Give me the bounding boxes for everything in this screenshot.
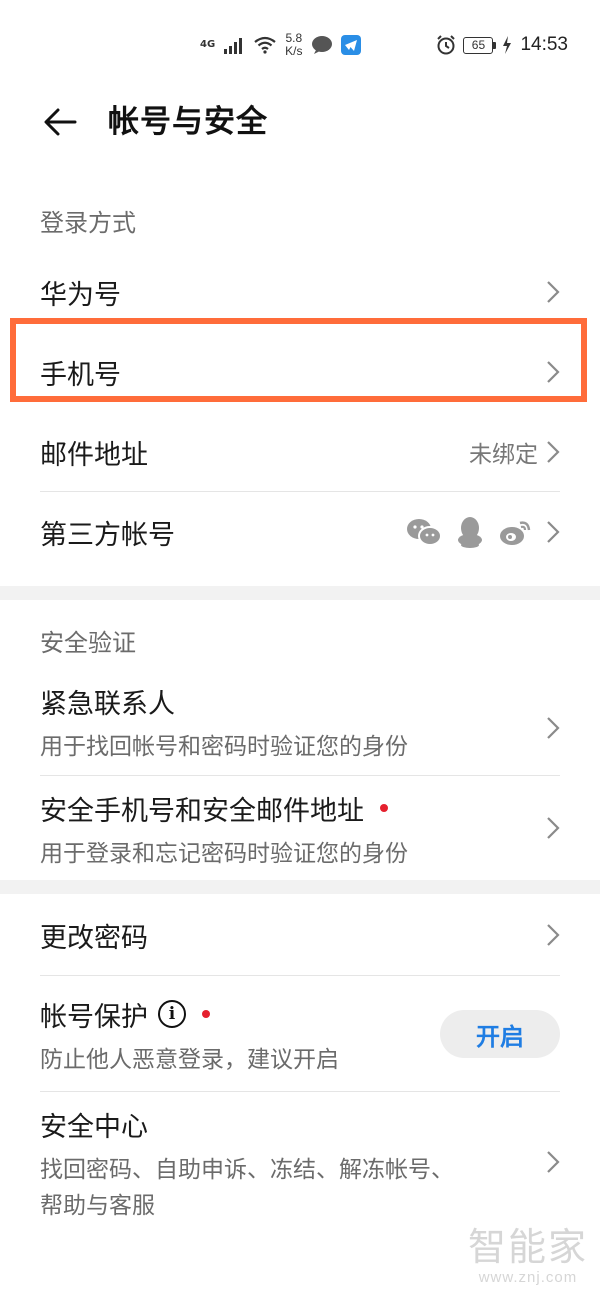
chevron-right-icon [547,1151,560,1173]
network-type-label: 4G [200,39,216,50]
speed-unit: K/s [285,44,303,58]
row-subtitle: 用于登录和忘记密码时验证您的身份 [40,840,408,867]
message-icon [311,36,332,54]
row-account-protection: 帐号保护 i 防止他人恶意登录，建议开启 开启 [40,976,560,1092]
row-change-password[interactable]: 更改密码 [40,894,560,976]
battery-icon: 65 [463,36,497,54]
chevron-right-icon [547,817,560,839]
row-title: 安全手机号和安全邮件地址 [40,795,364,827]
network-type: 4G [200,40,215,50]
wechat-icon [407,519,442,546]
wifi-icon [254,36,276,54]
back-arrow-icon [44,108,77,136]
chevron-right-icon [547,521,560,543]
row-title: 安全中心 [40,1111,148,1143]
section-header-login: 登录方式 [40,208,136,237]
watermark-url: www.znj.com [478,1269,578,1286]
row-title: 华为号 [40,279,121,311]
back-button[interactable] [38,100,82,144]
battery-level: 65 [463,36,494,54]
row-title: 邮件地址 [40,439,148,471]
row-subtitle-line2: 帮助与客服 [40,1192,155,1219]
notification-dot [380,804,388,812]
row-subtitle: 用于找回帐号和密码时验证您的身份 [40,734,408,760]
status-time: 14:53 [520,34,568,55]
alarm-icon [437,35,456,55]
page-title: 帐号与安全 [108,104,268,140]
row-subtitle-line1: 找回密码、自助申诉、冻结、解冻帐号、 [40,1156,454,1183]
charging-icon [503,36,512,54]
qq-icon [458,517,482,548]
watermark-logo: 智能家 [467,1225,588,1269]
email-status: 未绑定 [469,442,538,468]
app-bar: 帐号与安全 [0,88,600,168]
row-subtitle: 防止他人恶意登录，建议开启 [40,1046,339,1073]
chevron-right-icon [547,717,560,739]
row-email-address[interactable]: 邮件地址 未绑定 [40,412,560,492]
chevron-right-icon [547,281,560,303]
row-title: 第三方帐号 [40,519,175,551]
chevron-right-icon [547,924,560,946]
status-right-group: 65 14:53 [435,30,568,60]
section-gap [0,586,600,600]
row-title: 紧急联系人 [40,689,175,720]
network-speed: 5.8 K/s [285,32,302,58]
status-bar: 4G 5.8 K/s 65 14:53 [0,0,600,88]
telegram-icon [340,35,361,55]
info-icon[interactable]: i [158,1000,186,1028]
row-security-center[interactable]: 安全中心 找回密码、自助申诉、冻结、解冻帐号、 帮助与客服 [40,1092,560,1232]
section-header-security: 安全验证 [40,628,136,657]
weibo-icon [500,521,531,545]
notification-dot [202,1010,210,1018]
watermark: 智能家 www.znj.com [468,1225,588,1286]
row-title: 帐号保护 [40,1001,148,1033]
enable-button[interactable]: 开启 [440,1010,560,1058]
row-third-party-account[interactable]: 第三方帐号 [40,492,560,572]
row-security-phone-email[interactable]: 安全手机号和安全邮件地址 用于登录和忘记密码时验证您的身份 [40,776,560,880]
chevron-right-icon [547,441,560,463]
row-title: 更改密码 [40,922,148,954]
status-left-group: 4G 5.8 K/s [200,30,361,60]
highlight-box [10,318,587,402]
section-gap [0,880,600,894]
row-emergency-contact[interactable]: 紧急联系人 用于找回帐号和密码时验证您的身份 [40,680,560,776]
signal-icon [224,38,243,54]
